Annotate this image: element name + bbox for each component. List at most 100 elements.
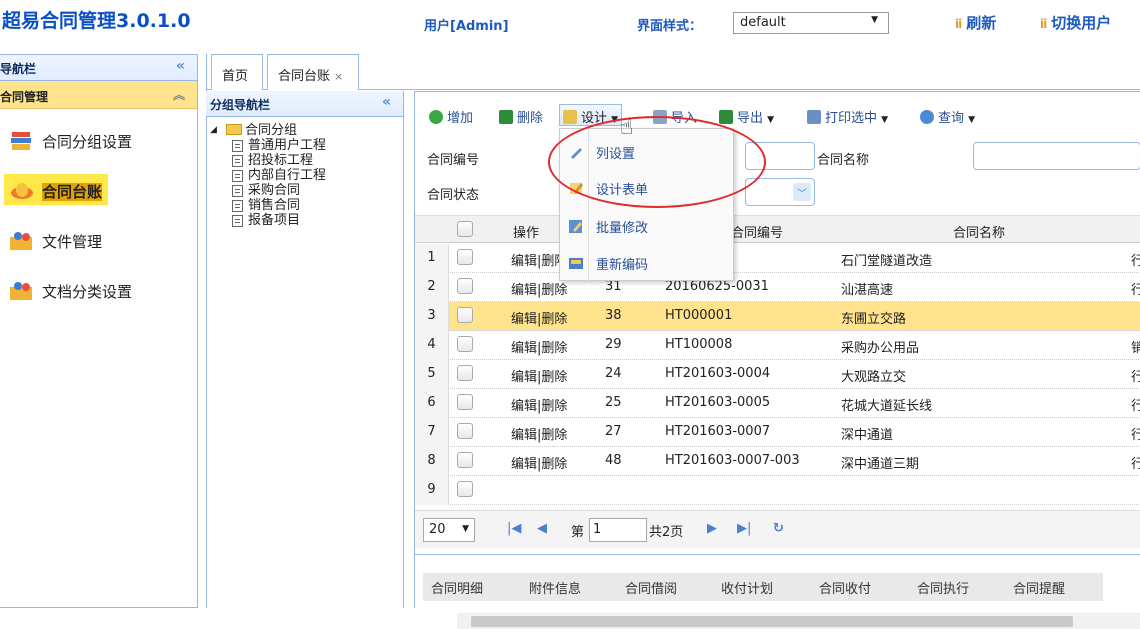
close-icon[interactable]: × [334,70,343,83]
refresh-label: 刷新 [966,14,997,32]
row-contract-name: 大观路立交 [841,370,907,385]
contract-status-select[interactable]: ﹀ [745,178,815,206]
row-checkbox[interactable] [457,336,473,352]
tree-node[interactable]: 采购合同 [210,183,403,198]
chevron-down-icon: ▼ [767,115,775,125]
tab-contract-ledger[interactable]: 合同台账 × [267,54,359,90]
chevron-down-icon: ▼ [462,524,469,534]
row-checkbox[interactable] [457,481,473,497]
query-button[interactable]: 查询 ▼ [920,107,975,127]
tab-home[interactable]: 首页 [211,54,263,90]
row-checkbox[interactable] [457,423,473,439]
table-row[interactable]: 6 编辑|删除 25 HT201603-0005 花城大道延长线 行 [415,389,1140,418]
detail-tab[interactable]: 合同执行 [917,578,969,597]
folder-icon [226,124,242,135]
detail-tab-bar: 合同明细 附件信息 合同借阅 收付计划 合同收付 合同执行 合同提醒 [423,573,1103,601]
switch-user-label: 切换用户 [1051,14,1112,32]
detail-tab[interactable]: 附件信息 [529,578,581,597]
tree-node-label: 报备项目 [248,213,301,228]
detail-tab[interactable]: 合同借阅 [625,578,677,597]
table-row[interactable]: 2 编辑|删除 31 20160625-0031 汕湛高速 行 [415,273,1140,302]
row-actions[interactable]: 编辑|删除 [511,395,567,414]
next-page-icon[interactable]: ▶ [707,521,717,536]
row-contract-no: 20160625-0031 [665,279,769,294]
collapse-left-icon[interactable]: « [176,58,185,74]
row-checkbox[interactable] [457,365,473,381]
reload-icon[interactable]: ↻ [773,521,784,536]
row-actions[interactable]: 编辑|删除 [511,337,567,356]
menu-item-renumber[interactable]: 重新编码 [569,254,648,273]
switch-user-link[interactable]: ⅱ 切换用户 [1040,12,1111,33]
contract-name-input[interactable] [973,142,1140,170]
last-page-icon[interactable]: ▶| [737,521,751,536]
nav-item-label: 文档分类设置 [42,283,133,301]
tree-node-label: 招投标工程 [248,153,314,168]
style-select[interactable]: default ▼ [733,12,889,34]
row-contract-name: 花城大道延长线 [841,399,933,414]
prev-page-icon[interactable]: ◀ [537,521,547,536]
row-checkbox[interactable] [457,307,473,323]
table-row[interactable]: 7 编辑|删除 27 HT201603-0007 深中通道 行 [415,418,1140,447]
nav-item-doc-category-settings[interactable]: 文档分类设置 [0,259,197,309]
table-row[interactable]: 8 编辑|删除 48 HT201603-0007-003 深中通道三期 行 [415,447,1140,476]
chevron-down-icon: ▼ [968,115,976,125]
page-size-select[interactable]: 20 ▼ [423,518,475,542]
export-button[interactable]: 导出 ▼ [719,107,774,127]
collapse-left-icon[interactable]: « [382,94,391,110]
tree-node[interactable]: 销售合同 [210,198,403,213]
row-checkbox[interactable] [457,394,473,410]
detail-tab[interactable]: 合同收付 [819,578,871,597]
table-row[interactable]: 9 [415,476,1140,505]
row-actions[interactable]: 编辑|删除 [511,366,567,385]
delete-label: 删除 [517,111,544,126]
row-contract-no: HT000001 [665,308,733,323]
tree-node[interactable]: 内部自行工程 [210,168,403,183]
nav-item-file-management[interactable]: 文件管理 [0,209,197,259]
row-checkbox[interactable] [457,278,473,294]
delete-button[interactable]: 删除 [499,107,543,127]
export-label: 导出 [737,111,764,126]
row-checkbox[interactable] [457,452,473,468]
chevron-down-icon: ﹀ [793,183,811,201]
table-row[interactable]: 5 编辑|删除 24 HT201603-0004 大观路立交 行 [415,360,1140,389]
row-actions[interactable]: 编辑|删除 [511,279,567,298]
content-panel: 增加 删除 设计 ▼ 导入 导出 ▼ 打印选中 ▼ 查询 ▼ 合同编号 合同名称… [414,91,1140,629]
expand-triangle-icon[interactable]: ◢ [210,123,217,138]
refresh-link[interactable]: ⅱ 刷新 [955,12,996,33]
detail-tab[interactable]: 合同提醒 [1013,578,1065,597]
nav-item-contract-ledger[interactable]: 合同台账 [0,159,197,209]
tree-node[interactable]: 招投标工程 [210,153,403,168]
table-row[interactable]: 4 编辑|删除 29 HT100008 采购办公用品 销 [415,331,1140,360]
select-all-checkbox[interactable] [457,221,473,237]
row-checkbox[interactable] [457,249,473,265]
row-number: 8 [415,447,449,476]
chevron-up-icon[interactable]: ︽ [173,86,185,103]
nav-item-group-settings[interactable]: 合同分组设置 [0,109,197,159]
detail-tab[interactable]: 收付计划 [721,578,773,597]
add-button[interactable]: 增加 [429,107,473,127]
accordion-contract-management[interactable]: 合同管理 ︽ [0,81,197,109]
horizontal-scrollbar[interactable] [457,613,1140,629]
printer-icon [807,110,821,124]
group-nav-title: 分组导航栏 [210,98,271,112]
row-actions[interactable]: 编辑|删除 [511,308,567,327]
contract-no-label: 合同编号 [427,153,480,168]
tree-root[interactable]: ◢ 合同分组 [210,123,403,138]
tree-node-label: 销售合同 [248,198,301,213]
query-label: 查询 [938,111,965,126]
page-input[interactable]: 1 [589,518,647,542]
tree-node[interactable]: 报备项目 [210,213,403,228]
row-actions[interactable]: 编辑|删除 [511,453,567,472]
row-id: 25 [605,395,622,410]
scrollbar-thumb[interactable] [471,616,1073,627]
row-actions[interactable]: 编辑|删除 [511,424,567,443]
annotation-ellipse [548,116,766,208]
menu-item-batch-edit[interactable]: 批量修改 [569,217,648,236]
first-page-icon[interactable]: |◀ [507,521,521,536]
table-row[interactable]: 3 编辑|删除 38 HT000001 东圃立交路 [415,302,1140,331]
print-button[interactable]: 打印选中 ▼ [807,107,888,127]
table-row[interactable]: 1 编辑|删除 石门堂隧道改造行 [415,244,1140,273]
detail-tab[interactable]: 合同明细 [431,578,483,597]
print-label: 打印选中 [825,111,878,126]
tree-node[interactable]: 普通用户工程 [210,138,403,153]
